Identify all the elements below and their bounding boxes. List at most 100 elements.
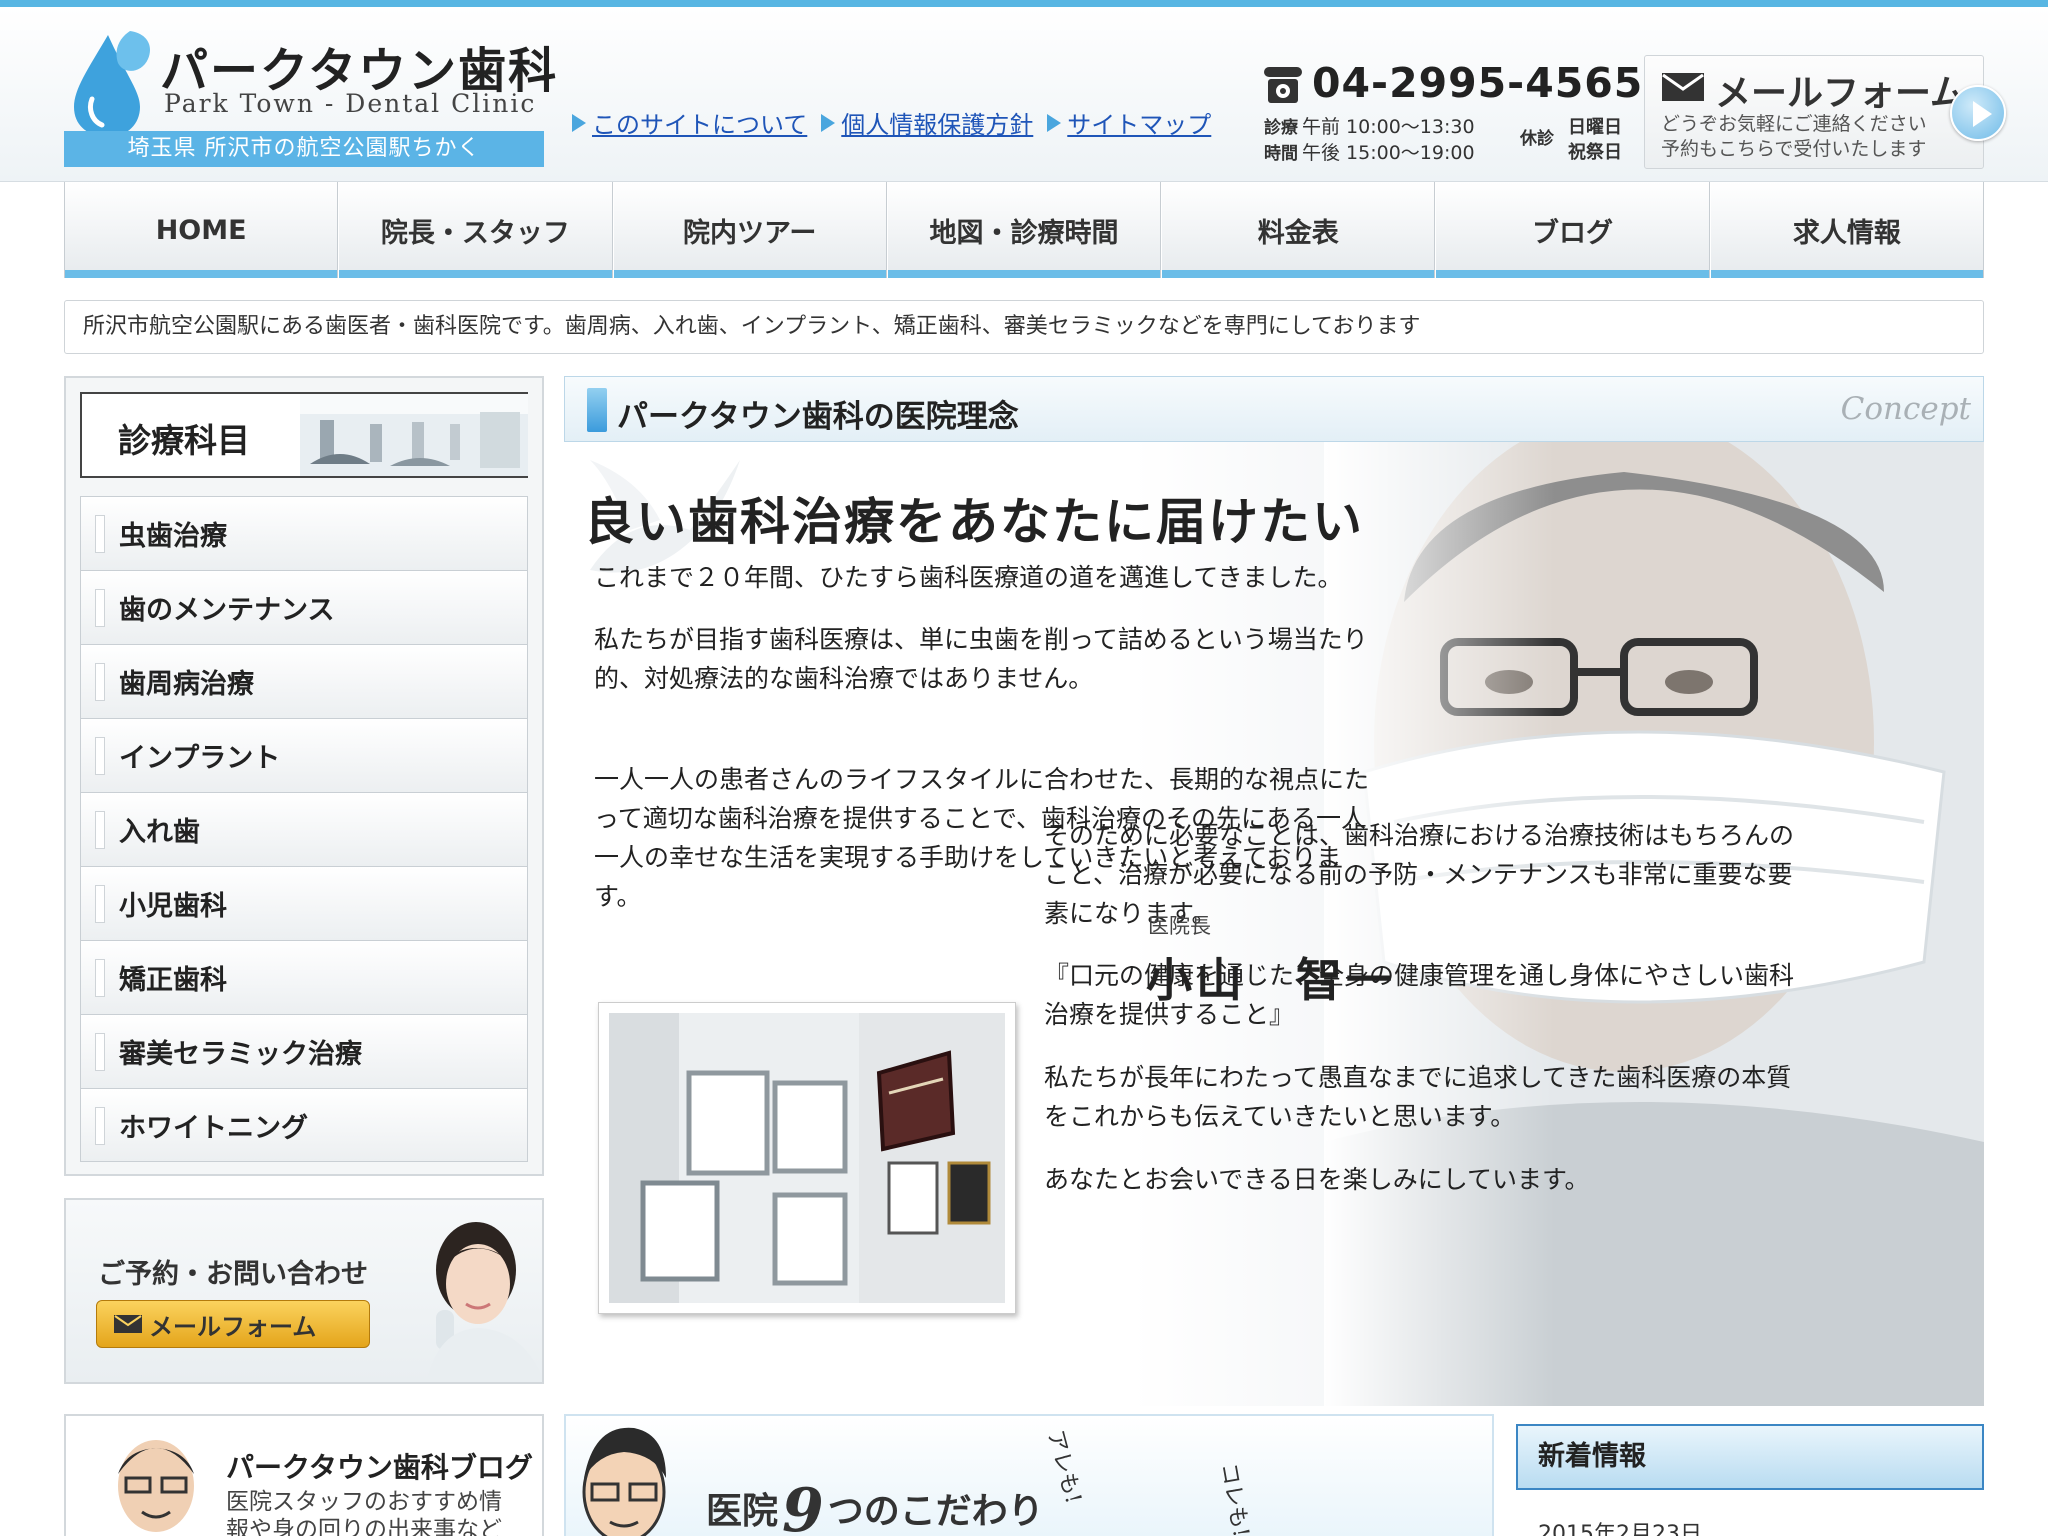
blog-description-2: 報や身の回りの出来事など xyxy=(226,1517,502,1536)
section-marker-icon xyxy=(587,388,607,432)
nav-home[interactable]: HOME xyxy=(64,182,339,278)
certificates-wall-image xyxy=(609,1013,1005,1303)
water-drop-logo-icon xyxy=(74,31,150,137)
signature-name: 小山 智一 xyxy=(1146,953,1396,1007)
mail-form-subtitle-2: 予約もこちらで受付いたします xyxy=(1661,138,1927,160)
mail-form-box[interactable]: メールフォーム どうぞお気軽にご連絡ください 予約もこちらで受付いたします xyxy=(1644,55,1984,169)
site-logo[interactable]: パークタウン歯科 Park Town - Dental Clinic 埼玉県 所… xyxy=(64,27,556,167)
certificates-photo xyxy=(598,1002,1016,1314)
nine-commitments-banner[interactable]: 医院9 つのこだわり アレも! コレも! xyxy=(564,1414,1494,1536)
triangle-right-icon xyxy=(1047,113,1062,132)
menu-item-dentures[interactable]: 入れ歯 xyxy=(80,792,528,866)
concept-section: パークタウン歯科の医院理念 Concept 良い歯科治療をあなたに届けたい これ… xyxy=(564,376,1984,1406)
hours-label-2: 時間 xyxy=(1264,144,1298,164)
concept-paragraph-6-line-1: 私たちが長年にわたって愚直なまでに追求してきた歯科医療の本質 xyxy=(1044,1063,1792,1092)
banner-prefix: 医院 xyxy=(706,1490,779,1532)
concept-paragraph-6: 私たちが長年にわたって愚直なまでに追求してきた歯科医療の本質 をこれからも伝えて… xyxy=(1044,1058,1791,1136)
blog-description: 医院スタッフのおすすめ情 報や身の回りの出来事など xyxy=(226,1488,502,1536)
closed-days: 日曜日 祝祭日 xyxy=(1568,115,1622,165)
menu-item-cavity-treatment[interactable]: 虫歯治療 xyxy=(80,496,528,570)
concept-paragraph-2: 私たちが目指す歯科医療は、単に虫歯を削って詰めるという場当たり 的、対処療法的な… xyxy=(594,620,1368,698)
concept-paragraph-3-line-1: 一人一人の患者さんのライフスタイルに合わせた、長期的な視点にた xyxy=(594,765,1370,794)
link-privacy-policy[interactable]: 個人情報保護方針 xyxy=(821,105,1033,140)
menu-item-periodontal[interactable]: 歯周病治療 xyxy=(80,644,528,718)
mail-form-arrow-button[interactable] xyxy=(1950,85,2006,141)
nav-clinic-tour[interactable]: 院内ツアー xyxy=(612,182,887,278)
menu-item-label: インプラント xyxy=(119,743,281,774)
menu-item-label: 歯のメンテナンス xyxy=(119,595,335,626)
link-sitemap-label: サイトマップ xyxy=(1067,111,1212,139)
blog-title: パークタウン歯科ブログ xyxy=(226,1451,533,1484)
menu-item-whitening[interactable]: ホワイトニング xyxy=(80,1088,528,1162)
treatment-menu-header: 診療科目 xyxy=(80,392,528,478)
news-box: 新着情報 2015年2月23日 xyxy=(1516,1424,1984,1536)
menu-item-label: 小児歯科 xyxy=(119,891,227,922)
hours-am: 午前 10:00〜13:30 xyxy=(1302,116,1475,138)
concept-paragraph-2-line-1: 私たちが目指す歯科医療は、単に虫歯を削って詰めるという場当たり xyxy=(594,625,1368,654)
concept-title: パークタウン歯科の医院理念 xyxy=(617,399,1019,435)
menu-item-label: ホワイトニング xyxy=(119,1112,308,1144)
banner-script-1: アレも! xyxy=(1042,1427,1086,1507)
nav-blog[interactable]: ブログ xyxy=(1435,182,1710,278)
top-accent-bar xyxy=(0,0,2048,7)
phone-number[interactable]: 04-2995-4565 xyxy=(1312,59,1643,107)
director-illustration xyxy=(582,1427,666,1536)
news-title: 新着情報 xyxy=(1516,1424,1984,1490)
concept-paragraph-7: あなたとお会いできる日を楽しみにしています。 xyxy=(1044,1165,1590,1194)
banner-script-2: コレも! xyxy=(1215,1461,1254,1536)
envelope-icon xyxy=(114,1315,142,1333)
menu-item-implant[interactable]: インプラント xyxy=(80,718,528,792)
concept-header: パークタウン歯科の医院理念 Concept xyxy=(564,376,1984,442)
banner-suffix: つのこだわり xyxy=(827,1490,1044,1532)
concept-english-label: Concept xyxy=(1840,391,1971,427)
phone-block: 04-2995-4565 診療 午前 10:00〜13:30 時間 午後 15:00… xyxy=(1262,59,1642,169)
receptionist-photo xyxy=(426,1222,542,1382)
menu-item-ceramic[interactable]: 審美セラミック治療 xyxy=(80,1014,528,1088)
link-privacy-policy-label: 個人情報保護方針 xyxy=(841,111,1034,139)
closed-day-sunday: 日曜日 xyxy=(1568,117,1622,138)
menu-item-label: 入れ歯 xyxy=(119,817,200,848)
mail-form-title: メールフォーム xyxy=(1715,73,1966,114)
triangle-right-icon xyxy=(821,113,836,132)
blog-box[interactable]: パークタウン歯科ブログ 医院スタッフのおすすめ情 報や身の回りの出来事など xyxy=(64,1414,544,1536)
clinic-room-image xyxy=(300,394,528,476)
concept-paragraph-6-line-2: をこれからも伝えていきたいと思います。 xyxy=(1044,1102,1516,1131)
director-face-image xyxy=(96,1426,216,1536)
nav-price-list[interactable]: 料金表 xyxy=(1161,182,1436,278)
closed-label: 休診 xyxy=(1520,129,1554,149)
header-links: このサイトについて 個人情報保護方針 サイトマップ xyxy=(572,105,1211,140)
banner-number: 9 xyxy=(782,1476,824,1536)
contact-box: ご予約・お問い合わせ メールフォーム xyxy=(64,1198,544,1384)
menu-item-pediatric[interactable]: 小児歯科 xyxy=(80,866,528,940)
concept-body: 良い歯科治療をあなたに届けたい これまで２０年間、ひたすら歯科医療道の道を邁進し… xyxy=(564,442,1984,1406)
banner-headline: 医院9 つのこだわり xyxy=(706,1476,1044,1536)
menu-item-maintenance[interactable]: 歯のメンテナンス xyxy=(80,570,528,644)
link-about-site[interactable]: このサイトについて xyxy=(572,105,807,140)
hours-pm: 午後 15:00〜19:00 xyxy=(1302,142,1475,164)
menu-item-orthodontics[interactable]: 矯正歯科 xyxy=(80,940,528,1014)
logo-english-name: Park Town - Dental Clinic xyxy=(164,89,537,118)
nav-director-staff[interactable]: 院長・スタッフ xyxy=(338,182,613,278)
office-hours: 診療 午前 10:00〜13:30 時間 午後 15:00〜19:00 xyxy=(1264,115,1475,167)
concept-paragraph-4-line-1: そのために必要なことは、歯科治療における治療技術はもちろんの xyxy=(1044,821,1795,850)
menu-item-label: 審美セラミック治療 xyxy=(119,1039,362,1070)
closed-day-holidays: 祝祭日 xyxy=(1568,142,1622,163)
site-header: パークタウン歯科 Park Town - Dental Clinic 埼玉県 所… xyxy=(0,7,2048,182)
contact-title: ご予約・お問い合わせ xyxy=(98,1259,368,1290)
menu-item-label: 矯正歯科 xyxy=(119,965,227,996)
contact-mail-form-button[interactable]: メールフォーム xyxy=(96,1300,370,1348)
menu-item-label: 虫歯治療 xyxy=(119,521,227,552)
concept-paragraph-1: これまで２０年間、ひたすら歯科医療道の道を邁進してきました。 xyxy=(594,563,1343,592)
nav-map-hours[interactable]: 地図・診療時間 xyxy=(886,182,1162,278)
hours-label-1: 診療 xyxy=(1264,118,1298,138)
link-sitemap[interactable]: サイトマップ xyxy=(1047,105,1211,140)
mail-form-subtitle-1: どうぞお気軽にご連絡ください xyxy=(1661,113,1927,135)
envelope-icon xyxy=(1662,73,1704,101)
treatment-menu-title: 診療科目 xyxy=(118,421,250,460)
mail-form-subtitle: どうぞお気軽にご連絡ください 予約もこちらで受付いたします xyxy=(1661,112,1927,162)
contact-button-label: メールフォーム xyxy=(149,1312,317,1341)
triangle-right-icon xyxy=(572,113,586,132)
treatment-menu: 診療科目 虫歯治療 歯のメンテナンス 歯周病治療 インプラント 入れ歯 小児歯科… xyxy=(64,376,544,1176)
telephone-icon xyxy=(1264,67,1302,103)
nav-recruit[interactable]: 求人情報 xyxy=(1709,182,1984,278)
